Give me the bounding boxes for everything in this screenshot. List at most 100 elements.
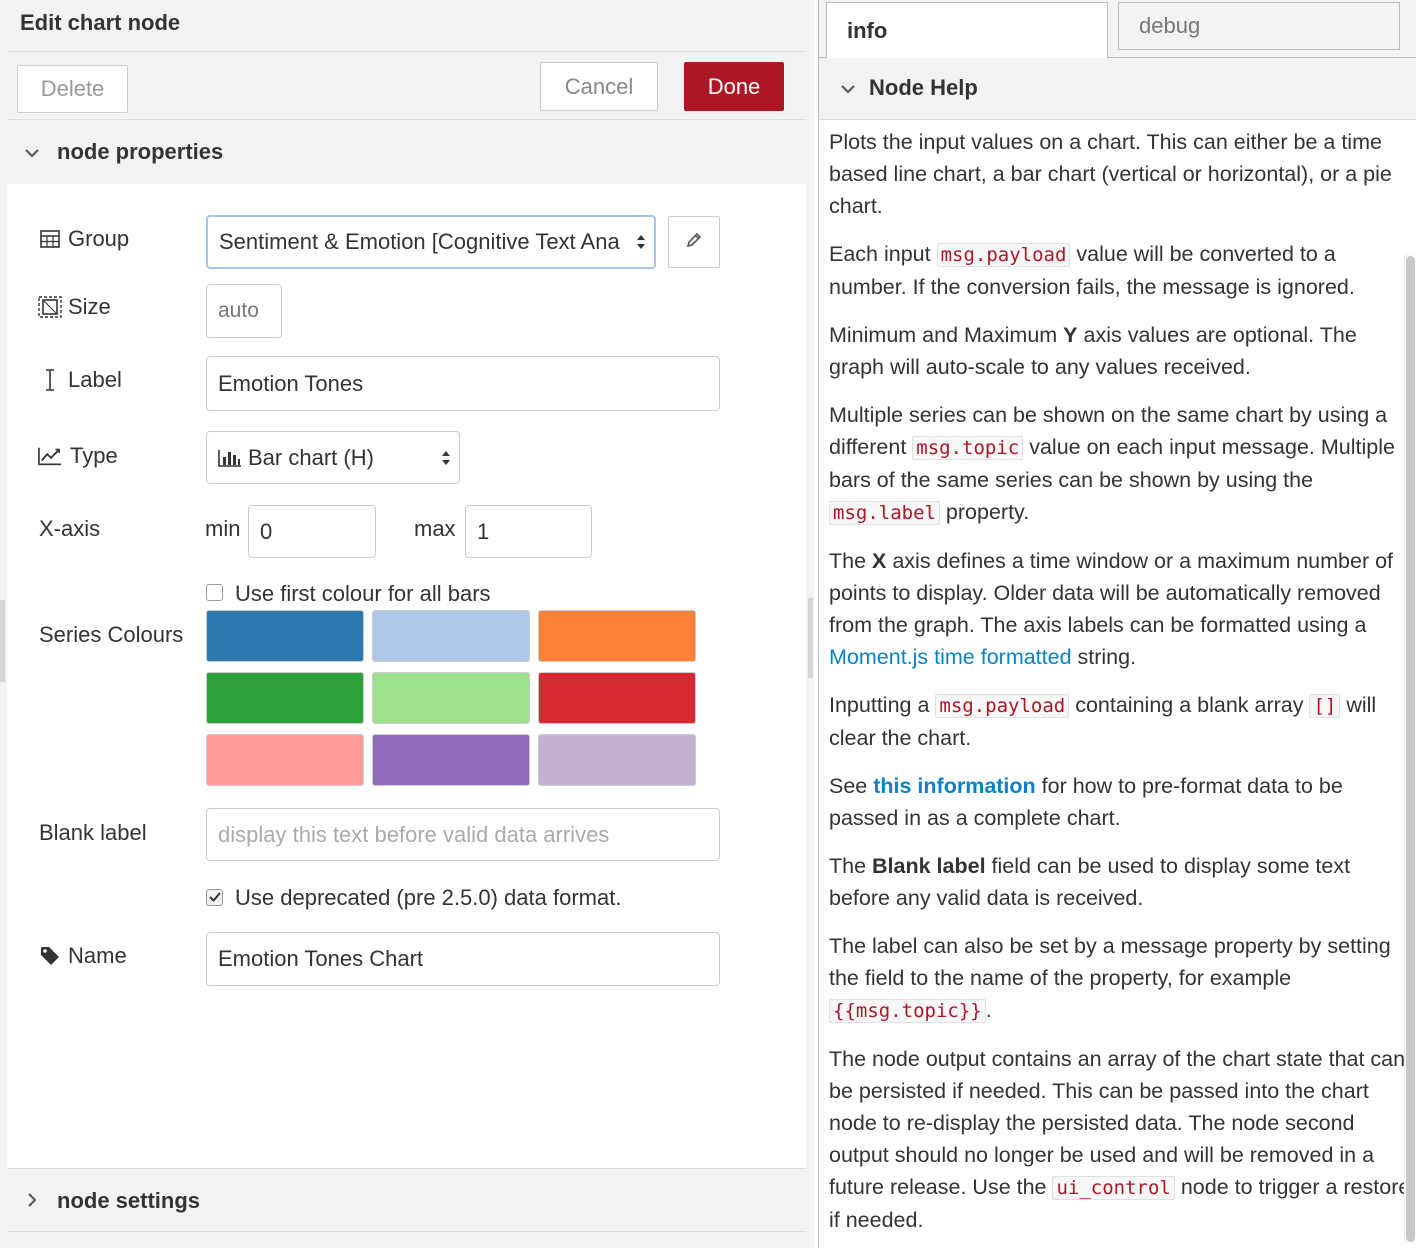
help-paragraph: Inputting a msg.payload containing a bla… <box>829 689 1411 754</box>
next-section-edge <box>7 1231 806 1248</box>
pencil-icon <box>686 232 702 253</box>
label-input[interactable]: Emotion Tones <box>206 356 720 411</box>
tab-info[interactable]: info <box>826 2 1108 59</box>
code-snippet: [] <box>1309 694 1341 718</box>
series-colours-label: Series Colours <box>39 622 184 647</box>
help-bold-text: X <box>872 549 887 573</box>
tag-icon <box>38 946 62 966</box>
label-label: Label <box>68 367 122 392</box>
help-scrollbar-thumb[interactable] <box>1406 256 1415 1242</box>
bar-chart-icon <box>218 449 242 467</box>
name-input[interactable]: Emotion Tones Chart <box>206 932 720 986</box>
name-label: Name <box>68 943 127 968</box>
help-text: The <box>829 854 873 878</box>
code-snippet: msg.topic <box>912 436 1024 460</box>
help-bold-text: Y <box>1063 323 1078 347</box>
edit-group-button[interactable] <box>668 216 720 268</box>
code-snippet: msg.payload <box>936 243 1071 267</box>
edit-tray: Edit chart node Delete Cancel Done node … <box>0 0 814 1248</box>
colour-swatch[interactable] <box>372 734 530 786</box>
help-text: . <box>985 998 992 1022</box>
splitter-grip[interactable] <box>808 598 813 678</box>
node-help-content: Plots the input values on a chart. This … <box>829 126 1411 1248</box>
help-text: containing a blank array <box>1069 693 1310 717</box>
node-help-header[interactable]: Node Help <box>819 58 1416 120</box>
checkmark-icon <box>208 890 222 909</box>
group-select[interactable]: Sentiment & Emotion [Cognitive Text Ana <box>206 215 656 269</box>
name-label-row: Name <box>38 943 127 969</box>
size-label-row: Size <box>38 294 111 320</box>
node-settings-title: node settings <box>57 1188 201 1213</box>
line-chart-icon <box>38 446 62 466</box>
tray-left-grip[interactable] <box>0 600 5 682</box>
node-properties-title: node properties <box>57 139 224 164</box>
help-paragraph: Plots the input values on a chart. This … <box>829 126 1411 222</box>
min-label: min <box>205 516 241 541</box>
size-button[interactable]: auto <box>206 284 282 338</box>
momentjs-link[interactable]: Moment.js time formatted <box>829 645 1072 669</box>
tray-toolbar: Delete Cancel Done <box>7 52 806 120</box>
tray-header: Edit chart node <box>7 0 806 52</box>
help-paragraph: Each input msg.payload value will be con… <box>829 238 1411 303</box>
help-text: string. <box>1071 645 1137 669</box>
node-properties-section-header[interactable]: node properties <box>7 120 806 184</box>
label-label-row: Label <box>38 367 122 393</box>
first-colour-checkbox[interactable] <box>206 584 223 601</box>
help-paragraph: The node output contains an array of the… <box>829 1043 1411 1236</box>
this-information-link[interactable]: this information <box>873 774 1035 798</box>
xaxis-max-input[interactable]: 1 <box>465 505 592 558</box>
help-paragraph: Multiple series can be shown on the same… <box>829 399 1411 529</box>
help-paragraph: The label can also be set by a message p… <box>829 930 1411 1027</box>
sidebar: info debug Node Help Plots the input val… <box>814 0 1416 1248</box>
code-snippet: msg.label <box>829 501 940 525</box>
delete-button[interactable]: Delete <box>17 65 128 113</box>
chevron-down-icon <box>25 142 39 163</box>
help-text: Each input <box>829 242 937 266</box>
xaxis-min-input[interactable]: 0 <box>248 505 376 558</box>
max-label: max <box>414 516 456 541</box>
help-paragraph: See this information for how to pre-form… <box>829 770 1411 834</box>
colour-swatch[interactable] <box>206 610 364 662</box>
type-select-value: Bar chart (H) <box>248 444 374 470</box>
help-text: Inputting a <box>829 693 936 717</box>
colour-swatch[interactable] <box>538 734 696 786</box>
blank-label-label: Blank label <box>39 820 147 845</box>
properties-form: Group Sentiment & Emotion [Cognitive Tex… <box>7 184 806 1168</box>
help-bold-text: Blank label <box>872 854 986 878</box>
tray-title: Edit chart node <box>20 10 181 35</box>
tab-debug[interactable]: debug <box>1118 2 1400 50</box>
deprecated-format-label: Use deprecated (pre 2.5.0) data format. <box>235 885 622 910</box>
help-paragraph: Minimum and Maximum Y axis values are op… <box>829 319 1411 383</box>
colour-swatch[interactable] <box>372 672 530 724</box>
type-label-row: Type <box>38 443 118 469</box>
chevron-down-icon <box>841 78 855 99</box>
sidebar-tabbar: info debug <box>819 0 1416 59</box>
size-label: Size <box>68 294 111 319</box>
node-settings-section-header[interactable]: node settings <box>7 1168 806 1232</box>
colour-swatch[interactable] <box>538 672 696 724</box>
sidebar-border <box>818 0 819 1248</box>
type-select[interactable]: Bar chart (H) <box>206 431 460 484</box>
deprecated-format-checkbox[interactable] <box>206 889 223 906</box>
help-text: axis defines a time window or a maximum … <box>829 549 1394 637</box>
blank-label-input[interactable]: display this text before valid data arri… <box>206 808 720 861</box>
help-text: The <box>829 549 873 573</box>
colour-swatch[interactable] <box>206 734 364 786</box>
text-cursor-icon <box>38 368 62 392</box>
colour-swatch[interactable] <box>372 610 530 662</box>
group-select-value: Sentiment & Emotion [Cognitive Text Ana <box>219 229 620 254</box>
group-label-row: Group <box>38 226 129 252</box>
help-paragraph: The X axis defines a time window or a ma… <box>829 545 1411 673</box>
cancel-button[interactable]: Cancel <box>540 62 658 111</box>
chevron-right-icon <box>27 1191 37 1212</box>
first-colour-label: Use first colour for all bars <box>235 581 491 606</box>
code-snippet: ui_control <box>1052 1176 1175 1200</box>
code-snippet: {{msg.topic}} <box>829 999 986 1023</box>
table-icon <box>38 230 62 248</box>
help-text: Plots the input values on a chart. This … <box>829 130 1392 218</box>
colour-swatch[interactable] <box>538 610 696 662</box>
group-label: Group <box>68 226 130 251</box>
colour-swatch[interactable] <box>206 672 364 724</box>
done-button[interactable]: Done <box>684 62 784 111</box>
xaxis-label: X-axis <box>39 516 101 541</box>
